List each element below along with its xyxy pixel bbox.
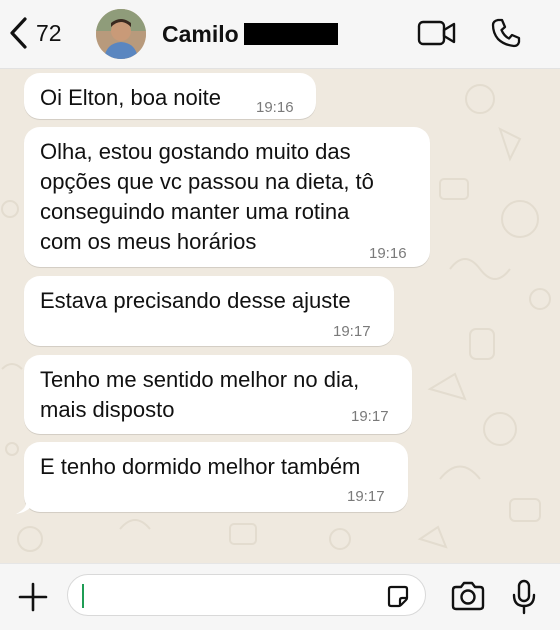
composer-bar xyxy=(0,563,560,630)
message-input[interactable] xyxy=(67,574,426,616)
message-line: Olha, estou gostando muito das xyxy=(40,139,351,164)
message-line: opções que vc passou na dieta, tô xyxy=(40,169,374,194)
video-camera-icon[interactable] xyxy=(417,18,457,53)
back-button[interactable]: 72 xyxy=(8,16,62,50)
message-line: mais disposto xyxy=(40,397,175,422)
avatar[interactable] xyxy=(96,9,146,59)
message-line: Tenho me sentido melhor no dia, xyxy=(40,367,360,392)
message-text: Oi Elton, boa noite xyxy=(40,85,222,110)
sticker-icon[interactable] xyxy=(385,584,411,615)
message-time: 19:17 xyxy=(347,488,385,505)
message-bubble[interactable]: Estava precisando desse ajuste 19:17 xyxy=(24,276,394,346)
microphone-icon[interactable] xyxy=(511,579,537,620)
message-text: E tenho dormido melhor também xyxy=(40,454,361,479)
redaction-bar xyxy=(244,23,338,45)
message-bubble[interactable]: Oi Elton, boa noite 19:16 xyxy=(24,73,316,119)
chevron-left-icon xyxy=(8,16,30,50)
chat-area[interactable]: Oi Elton, boa noite 19:16 Olha, estou go… xyxy=(0,69,560,563)
plus-icon[interactable] xyxy=(18,582,48,617)
message-line: conseguindo manter uma rotina xyxy=(40,199,350,224)
phone-icon[interactable] xyxy=(490,17,522,54)
message-text: Estava precisando desse ajuste xyxy=(40,288,351,313)
message-time: 19:17 xyxy=(351,408,389,425)
message-bubble[interactable]: E tenho dormido melhor também 19:17 xyxy=(16,442,408,514)
message-time: 19:16 xyxy=(256,99,294,116)
chat-header: 72 Camilo xyxy=(0,0,560,69)
camera-icon[interactable] xyxy=(450,581,486,616)
message-bubble[interactable]: Olha, estou gostando muito das opções qu… xyxy=(24,127,430,267)
message-time: 19:16 xyxy=(369,245,407,262)
message-bubble[interactable]: Tenho me sentido melhor no dia, mais dis… xyxy=(24,355,412,434)
text-caret xyxy=(82,584,84,608)
message-time: 19:17 xyxy=(333,323,371,340)
contact-name[interactable]: Camilo xyxy=(162,21,239,48)
unread-count: 72 xyxy=(36,19,62,46)
bubble-tail xyxy=(16,500,36,514)
message-line: com os meus horários xyxy=(40,229,257,254)
